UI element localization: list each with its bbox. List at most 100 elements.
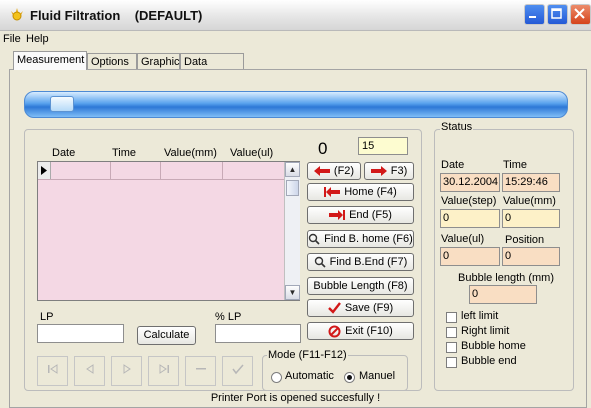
stop-icon bbox=[328, 325, 341, 338]
magnifier-icon bbox=[308, 233, 320, 245]
percent-lp-label: % LP bbox=[215, 311, 242, 323]
previous-label: (F2) bbox=[333, 165, 355, 177]
next-record-icon bbox=[123, 364, 131, 374]
menu-bar: File Help bbox=[0, 31, 591, 49]
save-button[interactable]: Save (F9) bbox=[307, 299, 414, 317]
next-button[interactable]: F3) bbox=[364, 162, 414, 180]
maximize-button[interactable] bbox=[547, 4, 568, 25]
bubble-home-checkbox[interactable] bbox=[446, 342, 457, 353]
table-row[interactable] bbox=[38, 162, 286, 180]
minimize-button[interactable] bbox=[524, 4, 545, 25]
first-record-icon bbox=[47, 364, 57, 374]
status-position-label: Position bbox=[505, 234, 545, 246]
column-header-value-ul: Value(ul) bbox=[230, 147, 274, 159]
bubble-end-label: Bubble end bbox=[461, 355, 517, 367]
measurement-counter: 0 bbox=[318, 139, 328, 158]
end-button[interactable]: End (F5) bbox=[307, 206, 414, 224]
arrow-right-icon bbox=[370, 166, 387, 177]
right-limit-label: Right limit bbox=[461, 325, 510, 337]
tab-measurement[interactable]: Measurement bbox=[13, 51, 87, 70]
save-label: Save (F9) bbox=[344, 302, 394, 314]
last-record-icon bbox=[159, 364, 169, 374]
status-date-value: 30.12.2004 bbox=[440, 173, 500, 192]
scroll-up-button[interactable]: ▲ bbox=[285, 162, 300, 177]
arrow-home-icon bbox=[324, 187, 341, 198]
column-header-value-mm: Value(mm) bbox=[164, 147, 217, 159]
row-selector[interactable] bbox=[38, 162, 51, 179]
scroll-down-button[interactable]: ▼ bbox=[285, 285, 300, 300]
exit-button[interactable]: Exit (F10) bbox=[307, 322, 414, 340]
menu-file[interactable]: File bbox=[3, 33, 21, 45]
cell-divider bbox=[160, 162, 161, 179]
status-value-mm-label: Value(mm) bbox=[503, 195, 556, 207]
right-limit-checkbox[interactable] bbox=[446, 327, 457, 338]
status-value-step-label: Value(step) bbox=[441, 195, 497, 207]
status-bubble-length-label: Bubble length (mm) bbox=[458, 272, 554, 284]
column-header-time: Time bbox=[112, 147, 137, 159]
window-title: Fluid Filtration (DEFAULT) bbox=[30, 8, 203, 23]
column-header-date: Date bbox=[52, 147, 76, 159]
tab-graphic[interactable]: Graphic bbox=[137, 53, 180, 69]
status-bubble-length: 0 bbox=[469, 285, 537, 304]
left-limit-checkbox[interactable] bbox=[446, 312, 457, 323]
nav-last-button[interactable] bbox=[148, 356, 179, 386]
radio-manuel[interactable] bbox=[344, 372, 355, 383]
magnifier-icon bbox=[314, 256, 326, 268]
status-value-ul-label: Value(ul) bbox=[441, 233, 485, 245]
find-home-button[interactable]: Find B. home (F6) bbox=[307, 230, 414, 248]
tab-data-merge[interactable]: Data Merge bbox=[180, 53, 244, 84]
delete-record-icon bbox=[195, 368, 206, 370]
minimize-icon bbox=[529, 16, 536, 18]
bubble-end-checkbox[interactable] bbox=[446, 357, 457, 368]
percent-lp-input[interactable] bbox=[215, 324, 301, 343]
tab-strip: Measurement Options Graphic Data Merge bbox=[0, 50, 591, 84]
end-label: End (F5) bbox=[349, 209, 392, 221]
home-label: Home (F4) bbox=[344, 186, 397, 198]
left-limit-label: left limit bbox=[461, 310, 499, 322]
bubble-home-label: Bubble home bbox=[461, 340, 526, 352]
maximize-icon bbox=[551, 8, 562, 19]
find-end-label: Find B.End (F7) bbox=[329, 256, 408, 268]
mode-legend: Mode (F11-F12) bbox=[267, 349, 348, 361]
measurement-table[interactable] bbox=[37, 161, 300, 301]
table-scrollbar[interactable]: ▲ ▼ bbox=[284, 162, 300, 300]
nav-prior-button[interactable] bbox=[74, 356, 105, 386]
exit-label: Exit (F10) bbox=[345, 325, 393, 337]
find-home-label: Find B. home (F6) bbox=[324, 233, 413, 245]
title-bar[interactable]: Fluid Filtration (DEFAULT) bbox=[0, 0, 591, 31]
app-icon bbox=[11, 8, 23, 21]
status-position: 0 bbox=[502, 247, 560, 266]
progress-indicator bbox=[50, 96, 74, 112]
bubble-length-button[interactable]: Bubble Length (F8) bbox=[307, 277, 414, 295]
count-input[interactable]: 15 bbox=[358, 137, 408, 155]
home-button[interactable]: Home (F4) bbox=[307, 183, 414, 201]
tab-options[interactable]: Options bbox=[87, 53, 137, 69]
calculate-button[interactable]: Calculate bbox=[137, 326, 196, 345]
progress-bar bbox=[24, 91, 568, 118]
status-value-mm: 0 bbox=[502, 209, 560, 228]
status-date-label: Date bbox=[441, 159, 465, 171]
previous-button[interactable]: (F2) bbox=[307, 162, 361, 180]
status-value-step: 0 bbox=[440, 209, 500, 228]
radio-automatic[interactable] bbox=[271, 372, 282, 383]
post-record-icon bbox=[231, 364, 244, 375]
cell-divider bbox=[110, 162, 111, 179]
status-value-ul: 0 bbox=[440, 247, 500, 266]
menu-help[interactable]: Help bbox=[26, 33, 49, 45]
lp-label: LP bbox=[40, 311, 54, 323]
close-button[interactable] bbox=[570, 4, 591, 25]
prior-record-icon bbox=[85, 364, 93, 374]
find-end-button[interactable]: Find B.End (F7) bbox=[307, 253, 414, 271]
application-window: Fluid Filtration (DEFAULT) File Help Mea… bbox=[0, 0, 591, 408]
arrow-left-icon bbox=[313, 166, 330, 177]
lp-input[interactable] bbox=[37, 324, 124, 343]
nav-post-button[interactable] bbox=[222, 356, 253, 386]
nav-first-button[interactable] bbox=[37, 356, 68, 386]
status-bar-message: Printer Port is opened succesfully ! bbox=[210, 392, 381, 404]
status-time-label: Time bbox=[503, 159, 528, 171]
cell-divider bbox=[222, 162, 223, 179]
radio-automatic-label: Automatic bbox=[285, 370, 334, 382]
scroll-thumb[interactable] bbox=[286, 180, 299, 196]
nav-delete-button[interactable] bbox=[185, 356, 216, 386]
nav-next-button[interactable] bbox=[111, 356, 142, 386]
